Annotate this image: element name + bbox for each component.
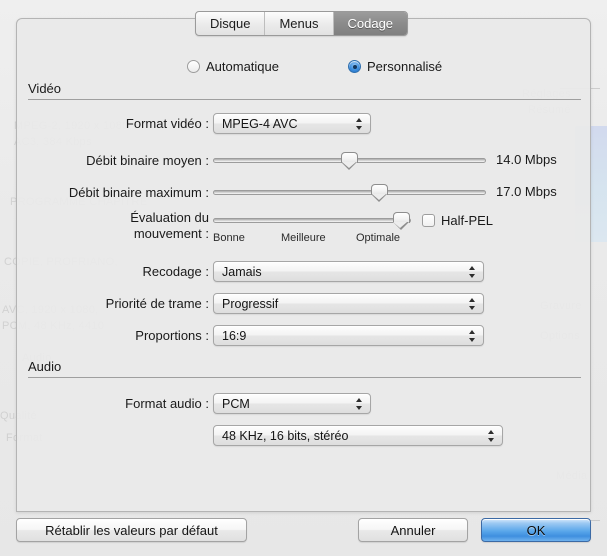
radio-automatique[interactable]: Automatique: [187, 59, 279, 74]
cancel-label: Annuler: [390, 522, 436, 538]
slider-thumb[interactable]: [341, 152, 358, 170]
aspect-ratio-label: Proportions :: [135, 328, 209, 343]
tab-bar[interactable]: Disque Menus Codage: [195, 11, 409, 36]
video-section-header: Vidéo: [28, 81, 581, 100]
halfpel-checkbox[interactable]: Half-PEL: [422, 210, 493, 230]
recode-label: Recodage :: [142, 264, 210, 279]
slider-thumb[interactable]: [371, 184, 389, 202]
audio-format-label: Format audio :: [125, 396, 209, 411]
audio-format-value: PCM: [222, 396, 250, 411]
row-motion-estimation: Évaluation du mouvement : Bonne Meilleur…: [17, 210, 590, 250]
video-format-label: Format vidéo :: [125, 116, 209, 131]
motion-estimation-slider[interactable]: [213, 210, 411, 230]
encoding-settings-sheet: Disque Menus Codage Automatique Personna…: [16, 11, 591, 512]
maximum-bitrate-value: 17.0 Mbps: [496, 184, 557, 199]
aspect-ratio-value: 16:9: [222, 328, 247, 343]
row-aspect-ratio: Proportions : 16:9: [17, 325, 590, 347]
row-video-format: Format vidéo : MPEG-4 AVC: [17, 113, 590, 135]
row-average-bitrate: Débit binaire moyen : 14.0 Mbps: [17, 150, 590, 172]
row-recode: Recodage : Jamais: [17, 261, 590, 283]
row-frame-priority: Priorité de trame : Progressif: [17, 293, 590, 315]
radio-automatique-label: Automatique: [206, 59, 279, 74]
average-bitrate-label: Débit binaire moyen :: [86, 153, 209, 168]
ok-button[interactable]: OK: [481, 518, 591, 542]
chevron-updown-icon: [356, 397, 363, 411]
motion-tick-bonne: Bonne: [213, 232, 245, 244]
video-format-value: MPEG-4 AVC: [222, 116, 298, 131]
maximum-bitrate-slider[interactable]: [213, 182, 486, 202]
frame-priority-popup[interactable]: Progressif: [213, 293, 484, 314]
video-section-divider: [28, 99, 581, 100]
audio-settings-popup[interactable]: 48 KHz, 16 bits, stéréo: [213, 425, 503, 446]
motion-estimation-label-line1: Évaluation du: [130, 210, 209, 225]
chevron-updown-icon: [488, 429, 495, 443]
maximum-bitrate-label: Débit binaire maximum :: [68, 185, 209, 200]
motion-estimation-label-line2: mouvement :: [133, 226, 209, 241]
row-audio-format: Format audio : PCM: [17, 393, 590, 415]
motion-tick-meilleure: Meilleure: [281, 232, 326, 244]
audio-section-title: Audio: [28, 359, 62, 374]
chevron-updown-icon: [469, 297, 476, 311]
tab-menus[interactable]: Menus: [265, 12, 334, 35]
motion-tick-optimale: Optimale: [356, 232, 401, 244]
video-format-popup[interactable]: MPEG-4 AVC: [213, 113, 371, 134]
audio-section-divider: [28, 377, 581, 378]
chevron-updown-icon: [356, 117, 363, 131]
tab-disque[interactable]: Disque: [196, 12, 266, 35]
row-maximum-bitrate: Débit binaire maximum : 17.0 Mbps: [17, 182, 590, 204]
cancel-button[interactable]: Annuler: [358, 518, 468, 542]
row-audio-settings: 48 KHz, 16 bits, stéréo: [17, 425, 590, 447]
radio-personnalise[interactable]: Personnalisé: [348, 59, 442, 74]
frame-priority-value: Progressif: [222, 296, 279, 311]
audio-format-popup[interactable]: PCM: [213, 393, 371, 414]
radio-personnalise-label: Personnalisé: [367, 59, 443, 74]
tab-codage[interactable]: Codage: [333, 12, 408, 35]
halfpel-label: Half-PEL: [441, 212, 494, 228]
radio-on-icon: [348, 60, 361, 73]
audio-settings-value: 48 KHz, 16 bits, stéréo: [222, 428, 349, 443]
aspect-ratio-popup[interactable]: 16:9: [213, 325, 484, 346]
chevron-updown-icon: [469, 265, 476, 279]
recode-value: Jamais: [222, 264, 262, 279]
restore-defaults-button[interactable]: Rétablir les valeurs par défaut: [16, 518, 247, 542]
recode-popup[interactable]: Jamais: [213, 261, 484, 282]
ok-label: OK: [526, 522, 546, 538]
slider-track: [213, 218, 411, 223]
average-bitrate-value: 14.0 Mbps: [496, 152, 557, 167]
audio-section-header: Audio: [28, 359, 581, 378]
chevron-updown-icon: [469, 329, 476, 343]
radio-off-icon: [187, 60, 200, 73]
restore-defaults-label: Rétablir les valeurs par défaut: [45, 522, 218, 538]
average-bitrate-slider[interactable]: [213, 150, 486, 170]
video-section-title: Vidéo: [28, 81, 62, 96]
slider-track: [213, 190, 486, 195]
frame-priority-label: Priorité de trame :: [105, 296, 209, 311]
checkbox-unchecked-icon: [422, 213, 435, 227]
slider-thumb[interactable]: [392, 212, 410, 230]
